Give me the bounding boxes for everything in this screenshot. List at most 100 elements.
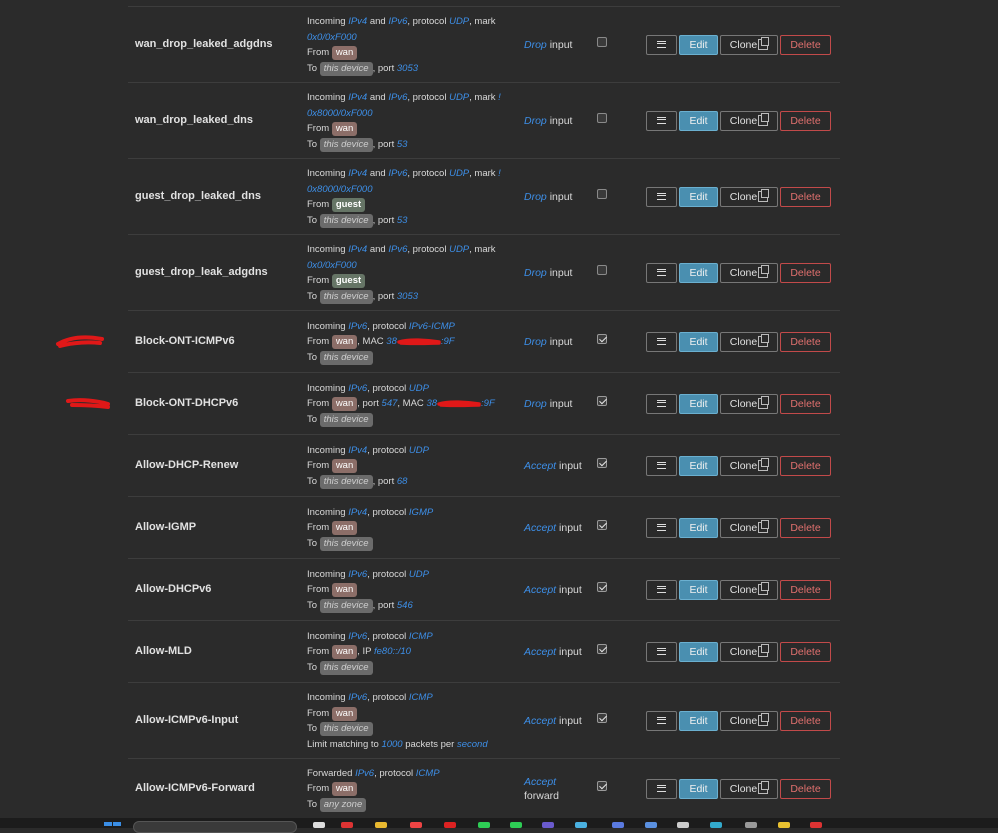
enable-checkbox[interactable] — [597, 520, 607, 530]
zone-badge[interactable]: wan — [331, 645, 358, 660]
delete-button[interactable]: Delete — [780, 518, 831, 538]
folder-icon[interactable] — [375, 822, 387, 828]
app-icon[interactable] — [645, 822, 657, 828]
clone-button[interactable]: Clone — [720, 111, 778, 131]
drag-sort-button[interactable] — [646, 394, 677, 414]
app-icon[interactable] — [810, 822, 822, 828]
zone-badge[interactable]: wan — [331, 521, 358, 536]
app-icon[interactable] — [542, 822, 554, 828]
app-icon[interactable] — [575, 822, 587, 828]
windows-start-icon[interactable] — [104, 822, 122, 828]
delete-button[interactable]: Delete — [780, 711, 831, 731]
delete-button[interactable]: Delete — [780, 332, 831, 352]
edit-button[interactable]: Edit — [679, 580, 718, 600]
clone-button[interactable]: Clone — [720, 779, 778, 799]
zone-badge[interactable]: wan — [331, 782, 358, 797]
drag-sort-button[interactable] — [646, 187, 677, 207]
enable-checkbox[interactable] — [597, 713, 607, 723]
enable-checkbox[interactable] — [597, 189, 607, 199]
enable-checkbox[interactable] — [597, 265, 607, 275]
app-icon[interactable] — [341, 822, 353, 828]
clone-button[interactable]: Clone — [720, 332, 778, 352]
enable-checkbox[interactable] — [597, 781, 607, 791]
app-icon[interactable] — [313, 822, 325, 828]
zone-badge[interactable]: this device — [319, 61, 373, 76]
zone-badge[interactable]: wan — [331, 335, 358, 350]
zone-badge[interactable]: this device — [319, 289, 373, 304]
drag-sort-button[interactable] — [646, 111, 677, 131]
taskbar-search-input[interactable] — [133, 821, 297, 833]
delete-button[interactable]: Delete — [780, 263, 831, 283]
zone-badge[interactable]: wan — [331, 122, 358, 136]
enable-checkbox[interactable] — [597, 458, 607, 468]
edit-button[interactable]: Edit — [679, 187, 718, 207]
zone-badge[interactable]: wan — [331, 459, 358, 474]
zone-badge[interactable]: this device — [319, 474, 373, 489]
clone-button[interactable]: Clone — [720, 187, 778, 207]
enable-checkbox[interactable] — [597, 334, 607, 344]
zone-badge[interactable]: guest — [331, 198, 366, 212]
zone-badge[interactable]: this device — [319, 660, 373, 675]
edit-button[interactable]: Edit — [679, 518, 718, 538]
drag-sort-button[interactable] — [646, 263, 677, 283]
edit-button[interactable]: Edit — [679, 779, 718, 799]
drag-sort-button[interactable] — [646, 35, 677, 55]
clone-button[interactable]: Clone — [720, 518, 778, 538]
app-icon[interactable] — [745, 822, 757, 828]
delete-button[interactable]: Delete — [780, 779, 831, 799]
drag-sort-button[interactable] — [646, 580, 677, 600]
whatsapp-icon[interactable] — [510, 822, 522, 828]
clone-button[interactable]: Clone — [720, 394, 778, 414]
edit-button[interactable]: Edit — [679, 263, 718, 283]
app-icon[interactable] — [710, 822, 722, 828]
delete-button[interactable]: Delete — [780, 456, 831, 476]
edit-button[interactable]: Edit — [679, 111, 718, 131]
zone-badge[interactable]: this device — [319, 598, 373, 613]
delete-button[interactable]: Delete — [780, 394, 831, 414]
delete-button[interactable]: Delete — [780, 580, 831, 600]
zone-badge[interactable]: this device — [319, 350, 373, 365]
drag-sort-button[interactable] — [646, 456, 677, 476]
enable-checkbox[interactable] — [597, 644, 607, 654]
zone-badge[interactable]: wan — [331, 397, 358, 412]
clone-button[interactable]: Clone — [720, 35, 778, 55]
clone-button[interactable]: Clone — [720, 456, 778, 476]
zone-badge[interactable]: this device — [319, 412, 373, 427]
zone-badge[interactable]: any zone — [319, 797, 367, 812]
enable-checkbox[interactable] — [597, 582, 607, 592]
delete-button[interactable]: Delete — [780, 35, 831, 55]
zone-badge[interactable]: guest — [331, 274, 366, 288]
zone-badge[interactable]: this device — [319, 137, 373, 152]
zone-badge[interactable]: wan — [331, 583, 358, 598]
clone-button[interactable]: Clone — [720, 580, 778, 600]
zone-badge[interactable]: this device — [319, 536, 373, 551]
enable-checkbox[interactable] — [597, 396, 607, 406]
drag-sort-button[interactable] — [646, 518, 677, 538]
zone-badge[interactable]: this device — [319, 722, 373, 736]
app-icon[interactable] — [778, 822, 790, 828]
app-icon[interactable] — [444, 822, 456, 828]
clone-button[interactable]: Clone — [720, 711, 778, 731]
spotify-icon[interactable] — [478, 822, 490, 828]
enable-checkbox[interactable] — [597, 113, 607, 123]
edit-button[interactable]: Edit — [679, 456, 718, 476]
zone-badge[interactable]: wan — [331, 706, 358, 721]
zone-badge[interactable]: wan — [331, 46, 358, 60]
zone-badge[interactable]: this device — [319, 213, 373, 228]
clone-button[interactable]: Clone — [720, 642, 778, 662]
drag-sort-button[interactable] — [646, 711, 677, 731]
drag-sort-button[interactable] — [646, 332, 677, 352]
delete-button[interactable]: Delete — [780, 187, 831, 207]
drag-sort-button[interactable] — [646, 642, 677, 662]
delete-button[interactable]: Delete — [780, 111, 831, 131]
enable-checkbox[interactable] — [597, 37, 607, 47]
app-icon[interactable] — [612, 822, 624, 828]
edit-button[interactable]: Edit — [679, 711, 718, 731]
app-icon[interactable] — [677, 822, 689, 828]
edit-button[interactable]: Edit — [679, 332, 718, 352]
drag-sort-button[interactable] — [646, 779, 677, 799]
clone-button[interactable]: Clone — [720, 263, 778, 283]
edit-button[interactable]: Edit — [679, 642, 718, 662]
edit-button[interactable]: Edit — [679, 35, 718, 55]
edit-button[interactable]: Edit — [679, 394, 718, 414]
